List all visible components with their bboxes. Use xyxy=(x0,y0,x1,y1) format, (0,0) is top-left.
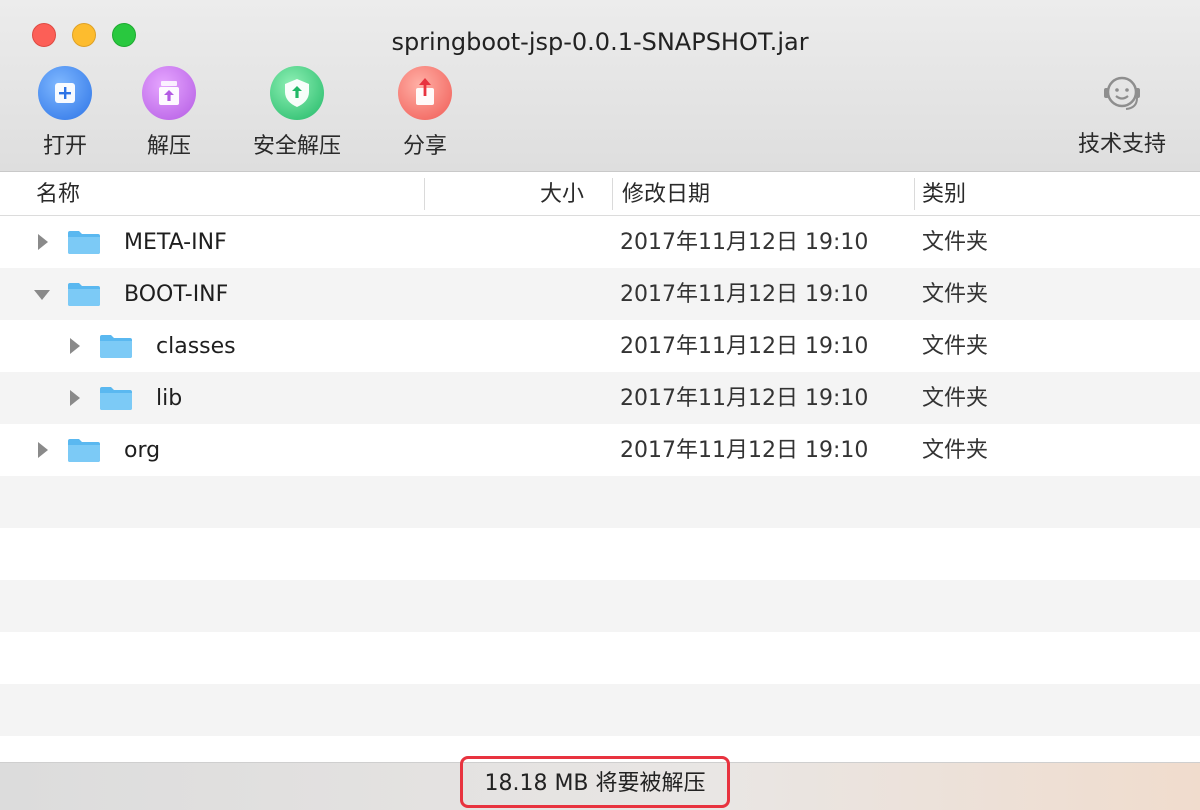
file-date: 2017年11月12日 19:10 xyxy=(620,230,869,255)
share-label: 分享 xyxy=(402,134,447,159)
share-icon xyxy=(398,66,452,120)
safe-extract-label: 安全解压 xyxy=(252,134,341,159)
file-date: 2017年11月12日 19:10 xyxy=(620,282,869,307)
open-button[interactable]: 打开 xyxy=(35,66,95,160)
file-row[interactable]: org 2017年11月12日 19:10 文件夹 xyxy=(0,424,1200,476)
empty-row xyxy=(0,684,1200,736)
folder-icon xyxy=(68,231,100,254)
file-type: 文件夹 xyxy=(922,386,989,411)
file-date: 2017年11月12日 19:10 xyxy=(620,334,869,359)
file-date: 2017年11月12日 19:10 xyxy=(620,386,869,411)
empty-row xyxy=(0,528,1200,580)
headset-icon xyxy=(1098,70,1146,118)
column-divider[interactable] xyxy=(612,178,613,210)
plus-icon xyxy=(38,66,92,120)
disclosure-collapsed-icon[interactable] xyxy=(70,390,80,406)
file-row[interactable]: classes 2017年11月12日 19:10 文件夹 xyxy=(0,320,1200,372)
folder-icon xyxy=(100,387,132,410)
file-row[interactable]: BOOT-INF 2017年11月12日 19:10 文件夹 xyxy=(0,268,1200,320)
empty-row xyxy=(0,476,1200,528)
disclosure-expanded-icon[interactable] xyxy=(34,290,50,300)
status-bar: 18.18 MB 将要被解压 xyxy=(0,756,1200,810)
support-button[interactable]: 技术支持 xyxy=(1070,70,1174,158)
disclosure-collapsed-icon[interactable] xyxy=(38,442,48,458)
column-divider[interactable] xyxy=(424,178,425,210)
file-type: 文件夹 xyxy=(922,334,989,359)
extract-icon xyxy=(142,66,196,120)
column-date-header[interactable]: 修改日期 xyxy=(622,172,710,215)
column-header: 名称 大小 修改日期 类别 xyxy=(0,172,1200,216)
file-type: 文件夹 xyxy=(922,438,989,463)
empty-row xyxy=(0,580,1200,632)
support-label: 技术支持 xyxy=(1077,132,1166,157)
status-text: 18.18 MB 将要被解压 xyxy=(460,756,730,808)
column-divider[interactable] xyxy=(914,178,915,210)
file-name: classes xyxy=(156,334,236,359)
file-name: org xyxy=(124,438,161,463)
file-row[interactable]: META-INF 2017年11月12日 19:10 文件夹 xyxy=(0,216,1200,268)
extract-button[interactable]: 解压 xyxy=(139,66,199,160)
share-button[interactable]: 分享 xyxy=(395,66,455,160)
file-date: 2017年11月12日 19:10 xyxy=(620,438,869,463)
file-name: lib xyxy=(156,386,183,411)
file-type: 文件夹 xyxy=(922,282,989,307)
disclosure-collapsed-icon[interactable] xyxy=(38,234,48,250)
window-title: springboot-jsp-0.0.1-SNAPSHOT.jar xyxy=(391,28,809,56)
file-row[interactable]: lib 2017年11月12日 19:10 文件夹 xyxy=(0,372,1200,424)
open-label: 打开 xyxy=(42,134,87,159)
shield-icon xyxy=(270,66,324,120)
empty-row xyxy=(0,632,1200,684)
column-size-header[interactable]: 大小 xyxy=(426,172,584,215)
extract-label: 解压 xyxy=(146,134,191,159)
file-list: META-INF 2017年11月12日 19:10 文件夹 BOOT-INF 2017… xyxy=(0,216,1200,762)
folder-icon xyxy=(68,439,100,462)
file-name: META-INF xyxy=(124,230,227,255)
column-name-header[interactable]: 名称 xyxy=(36,172,80,215)
column-type-header[interactable]: 类别 xyxy=(922,172,966,215)
app-window: springboot-jsp-0.0.1-SNAPSHOT.jar 打开 解压 xyxy=(0,0,1200,810)
folder-icon xyxy=(100,335,132,358)
safe-extract-button[interactable]: 安全解压 xyxy=(247,66,347,160)
folder-icon xyxy=(68,283,100,306)
toolbar: springboot-jsp-0.0.1-SNAPSHOT.jar 打开 解压 xyxy=(0,0,1200,172)
disclosure-collapsed-icon[interactable] xyxy=(70,338,80,354)
file-name: BOOT-INF xyxy=(124,282,229,307)
file-type: 文件夹 xyxy=(922,230,989,255)
